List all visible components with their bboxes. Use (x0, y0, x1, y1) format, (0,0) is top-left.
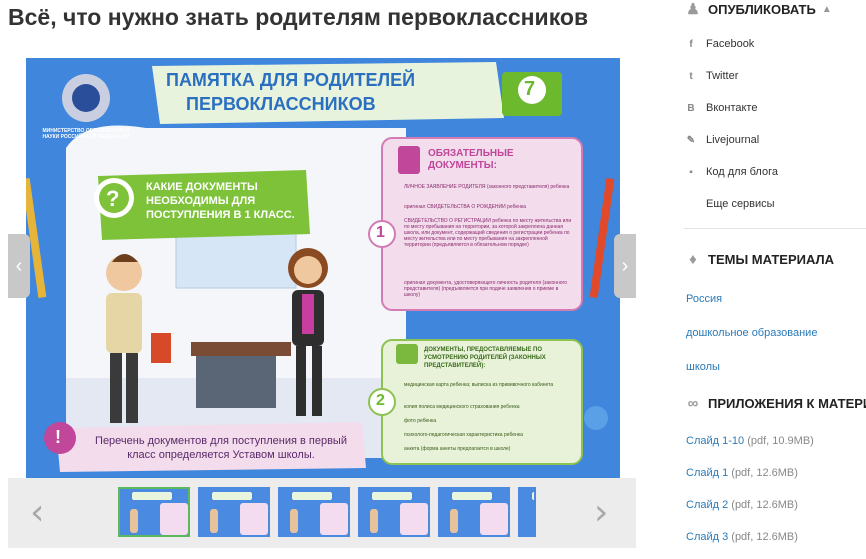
question-text: КАКИЕ ДОКУМЕНТЫ НЕОБХОДИМЫ ДЛЯ ПОСТУПЛЕН… (146, 181, 295, 221)
card1-number: 1 (376, 224, 385, 241)
card2-number: 2 (376, 392, 385, 409)
topic-link[interactable]: Россия (686, 293, 722, 305)
facebook-icon: f (689, 38, 693, 50)
thumbnail-3[interactable] (278, 487, 350, 537)
paperclip-icon: ∞ (687, 394, 699, 412)
attachment-link[interactable]: Слайд 1-10 (pdf, 10.9MB) (686, 435, 814, 447)
card2-item: медицинская карта ребенка; выписка из пр… (404, 382, 554, 388)
share-blog-code[interactable]: ▪ Код для блога (686, 166, 778, 178)
sidebar: ♟ ОПУБЛИКОВАТЬ ▲ f Facebook t Twitter B … (672, 0, 866, 559)
slide-viewer: МИНИСТЕРСТВО ОБРАЗОВАНИЯ И НАУКИ РОССИЙС… (8, 58, 636, 478)
vkontakte-icon: B (687, 102, 695, 114)
thumbnail-1[interactable] (118, 487, 190, 537)
topics-heading: ♦ ТЕМЫ МАТЕРИАЛА (684, 250, 834, 268)
tag-icon: ♦ (689, 250, 697, 268)
attachment-link[interactable]: Слайд 1 (pdf, 12.6MB) (686, 467, 798, 479)
page-title: Всё, что нужно знать родителям первоклас… (8, 4, 589, 30)
publish-heading[interactable]: ♟ ОПУБЛИКОВАТЬ ▲ (684, 0, 832, 18)
card2-title: ДОКУМЕНТЫ, ПРЕДОСТАВЛЯЕМЫЕ ПО УСМОТРЕНИЮ… (424, 347, 546, 369)
thumbnail-5[interactable] (438, 487, 510, 537)
thumbnail-4[interactable] (358, 487, 430, 537)
slide-illustration (26, 58, 620, 478)
share-facebook[interactable]: f Facebook (686, 38, 754, 50)
livejournal-icon: ✎ (686, 134, 696, 146)
attachment-link[interactable]: Слайд 3 (pdf, 12.6MB) (686, 531, 798, 543)
thumbnail-6[interactable] (518, 487, 536, 537)
share-more-services[interactable]: Еще сервисы (686, 198, 775, 210)
topic-link[interactable]: школы (686, 361, 720, 373)
card2-item: психолого-педагогическая характеристика … (404, 432, 523, 438)
thumbnail-2[interactable] (198, 487, 270, 537)
prev-slide-button[interactable]: ‹ (8, 234, 30, 298)
card1-item: ЛИЧНОЕ ЗАЯВЛЕНИЕ РОДИТЕЛЯ (законного пре… (404, 184, 570, 190)
card1-item: СВИДЕТЕЛЬСТВО О РЕГИСТРАЦИИ ребенка по м… (404, 218, 572, 248)
thumbnails-prev-button[interactable]: ‹ (30, 492, 44, 533)
thumbnail-strip: ‹ › (8, 478, 636, 548)
share-twitter[interactable]: t Twitter (686, 70, 738, 82)
next-slide-button[interactable]: › (614, 234, 636, 298)
share-vkontakte[interactable]: B Вконтакте (686, 102, 757, 114)
card2-item: копия полиса медицинского страхования ре… (404, 404, 520, 410)
comment-icon: ▪ (689, 166, 693, 178)
card2-item: фото ребенка (404, 418, 437, 424)
thumbnails-next-button[interactable]: › (594, 492, 608, 533)
divider (684, 228, 866, 229)
attachments-heading: ∞ ПРИЛОЖЕНИЯ К МАТЕРИАЛУ (684, 394, 866, 412)
share-livejournal[interactable]: ✎ Livejournal (686, 134, 759, 146)
note-text: Перечень документов для поступления в пе… (95, 435, 347, 461)
slide-number-badge: 7 (524, 78, 536, 100)
attachment-link[interactable]: Слайд 2 (pdf, 12.6MB) (686, 499, 798, 511)
note-mark: ! (55, 427, 61, 447)
slide-image: МИНИСТЕРСТВО ОБРАЗОВАНИЯ И НАУКИ РОССИЙС… (26, 58, 620, 478)
card1-item: оригинал документа, удостоверяющего личн… (404, 280, 568, 298)
banner-line-1: ПАМЯТКА ДЛЯ РОДИТЕЛЕЙ (166, 70, 416, 90)
chevron-up-icon: ▲ (821, 3, 832, 15)
banner-line-2: ПЕРВОКЛАССНИКОВ (186, 94, 376, 114)
topic-link[interactable]: дошкольное образование (686, 327, 817, 339)
card2-item: анкета (форма анкеты предлагается в школ… (404, 446, 511, 452)
question-mark: ? (106, 186, 120, 211)
ministry-caption: МИНИСТЕРСТВО ОБРАЗОВАНИЯ И НАУКИ РОССИЙС… (42, 128, 130, 140)
card1-title: ОБЯЗАТЕЛЬНЫЕ ДОКУМЕНТЫ: (428, 148, 514, 171)
twitter-icon: t (689, 70, 693, 82)
card1-item: оригинал СВИДЕТЕЛЬСТВА О РОЖДЕНИИ ребенк… (404, 204, 527, 210)
people-icon: ♟ (686, 1, 700, 18)
